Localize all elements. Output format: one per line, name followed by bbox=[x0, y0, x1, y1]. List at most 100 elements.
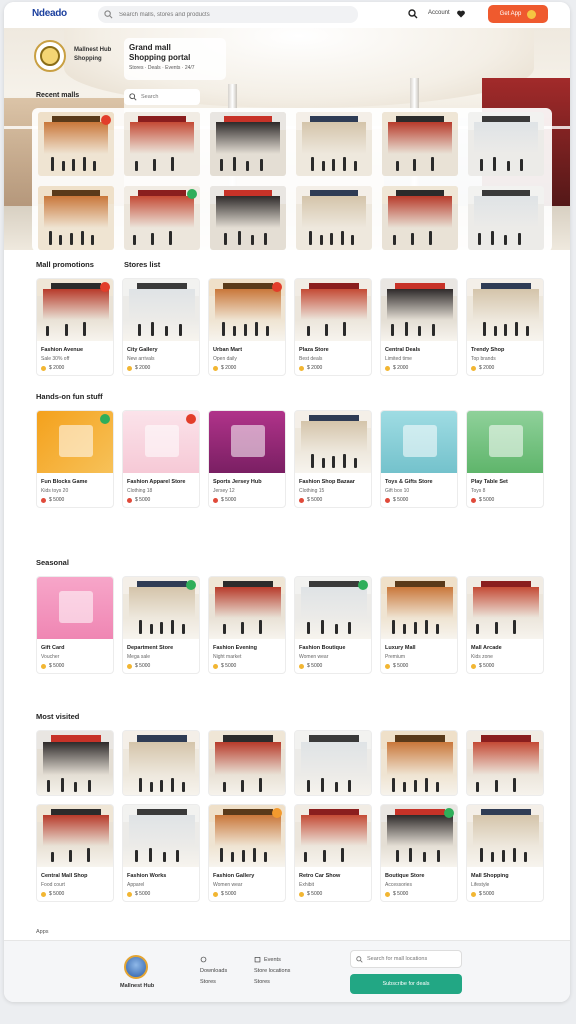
hero-search[interactable] bbox=[124, 89, 200, 105]
store-card-image-tile[interactable] bbox=[208, 730, 286, 796]
store-card-subtitle: New arrivals bbox=[127, 356, 155, 362]
subscribe-button[interactable]: Subscribe for deals bbox=[350, 974, 462, 994]
thumb-store-sign bbox=[395, 734, 445, 742]
shopper-figure bbox=[520, 158, 524, 171]
coin-icon bbox=[41, 497, 46, 503]
store-thumbnail bbox=[381, 279, 457, 341]
coin-icon bbox=[127, 365, 132, 371]
store-card-image-tile[interactable] bbox=[466, 730, 544, 796]
store-card[interactable]: Gift Card Voucher $ 5000 bbox=[36, 576, 114, 674]
store-card[interactable]: Fashion Apparel Store Clothing 18 $ 5000 bbox=[122, 410, 200, 508]
thumb-shoppers bbox=[381, 617, 457, 635]
thumb-storefront bbox=[473, 814, 539, 846]
section-title: Most visited bbox=[36, 712, 80, 721]
hero-gallery-item[interactable] bbox=[296, 186, 372, 250]
hero-gallery-item[interactable] bbox=[38, 112, 114, 176]
store-card[interactable]: Fashion Works Apparel $ 5000 bbox=[122, 804, 200, 902]
shopper-figure bbox=[244, 324, 248, 337]
search-input[interactable] bbox=[119, 11, 319, 18]
hero-gallery-item[interactable] bbox=[38, 186, 114, 250]
store-card[interactable]: Mall Arcade Kids zone $ 5000 bbox=[466, 576, 544, 674]
section-title: Mall promotions bbox=[36, 260, 94, 269]
store-card[interactable]: Play Table Set Toys 8 $ 5000 bbox=[466, 410, 544, 508]
thumb-shoppers bbox=[295, 773, 371, 792]
store-card[interactable]: Central Mall Shop Food court $ 5000 bbox=[36, 804, 114, 902]
store-card-image-tile[interactable] bbox=[122, 730, 200, 796]
store-card[interactable]: Retro Car Show Exhibit $ 5000 bbox=[294, 804, 372, 902]
hero-search-input[interactable] bbox=[141, 94, 197, 100]
store-card[interactable]: Trendy Shop Top brands $ 2000 bbox=[466, 278, 544, 376]
account-link[interactable]: Account bbox=[428, 10, 450, 16]
shopper-figure bbox=[224, 232, 228, 245]
footer-link-downloads-label[interactable]: Downloads bbox=[200, 966, 227, 977]
footer-link-downloads[interactable] bbox=[200, 955, 227, 966]
newsletter-field[interactable] bbox=[350, 950, 462, 968]
shopper-figure bbox=[330, 232, 334, 245]
hero-info-card: Grand mall Shopping portal Stores · Deal… bbox=[124, 38, 226, 80]
thumb-store-sign bbox=[481, 808, 531, 815]
store-card[interactable]: Fashion Avenue Sale 30% off $ 2000 bbox=[36, 278, 114, 376]
shopper-figure bbox=[332, 158, 336, 171]
get-app-button[interactable]: Get App bbox=[488, 5, 548, 23]
hero-gallery-item[interactable] bbox=[124, 186, 200, 250]
store-card-image-tile[interactable] bbox=[36, 730, 114, 796]
store-card[interactable]: Fashion Evening Night market $ 5000 bbox=[208, 576, 286, 674]
store-card[interactable]: Boutique Store Accessories $ 5000 bbox=[380, 804, 458, 902]
section-side-link[interactable]: Stores list bbox=[124, 260, 160, 269]
footer: Mallnest Hub Downloads Stores Events Sto… bbox=[4, 940, 570, 1002]
store-card[interactable]: Department Store Mega sale $ 5000 bbox=[122, 576, 200, 674]
footer-link-locations[interactable]: Store locations bbox=[254, 966, 290, 977]
hero-gallery-item[interactable] bbox=[382, 186, 458, 250]
thumb-shoppers bbox=[210, 227, 286, 245]
logo[interactable]: Ndeado bbox=[32, 8, 67, 19]
hero-gallery-item[interactable] bbox=[124, 112, 200, 176]
hero-gallery-item[interactable] bbox=[210, 112, 286, 176]
store-card[interactable]: Fashion Shop Bazaar Clothing 15 $ 5000 bbox=[294, 410, 372, 508]
hero-gallery-item[interactable] bbox=[296, 112, 372, 176]
store-card[interactable]: Fun Blocks Game Kids toys 20 $ 5000 bbox=[36, 410, 114, 508]
store-card[interactable]: Central Deals Limited time $ 2000 bbox=[380, 278, 458, 376]
shopper-figure bbox=[263, 852, 267, 863]
newsletter-input[interactable] bbox=[367, 956, 453, 962]
store-thumbnail bbox=[209, 577, 285, 639]
store-card[interactable]: City Gallery New arrivals $ 2000 bbox=[122, 278, 200, 376]
store-card[interactable]: Fashion Gallery Women wear $ 5000 bbox=[208, 804, 286, 902]
thumb-store-sign bbox=[395, 115, 445, 123]
shopper-figure bbox=[46, 326, 50, 337]
store-card-image bbox=[295, 577, 371, 639]
footer-link-stores[interactable]: Stores bbox=[200, 977, 227, 988]
footer-link-events[interactable]: Events bbox=[254, 955, 290, 966]
hero-gallery-item[interactable] bbox=[468, 112, 544, 176]
brand-badge[interactable] bbox=[34, 40, 66, 72]
heart-icon[interactable] bbox=[456, 9, 466, 19]
search-icon[interactable] bbox=[408, 9, 418, 19]
store-card-image-tile[interactable] bbox=[380, 730, 458, 796]
search-bar[interactable] bbox=[98, 6, 358, 23]
store-card[interactable]: Mall Shopping Lifestyle $ 5000 bbox=[466, 804, 544, 902]
store-card-image-tile[interactable] bbox=[294, 730, 372, 796]
thumb-store-sign bbox=[51, 115, 101, 123]
store-card-price: $ 5000 bbox=[123, 660, 199, 673]
store-thumbnail bbox=[295, 731, 371, 795]
hero-gallery-item[interactable] bbox=[210, 186, 286, 250]
footer-link-stores-2[interactable]: Stores bbox=[254, 977, 290, 988]
hero-gallery-item[interactable] bbox=[382, 112, 458, 176]
shopper-figure bbox=[321, 160, 325, 171]
thumb-shoppers bbox=[382, 153, 458, 171]
footer-logo-icon[interactable] bbox=[124, 955, 148, 979]
store-card[interactable]: Plaza Store Best deals $ 2000 bbox=[294, 278, 372, 376]
store-card[interactable]: Sports Jersey Hub Jersey 12 $ 5000 bbox=[208, 410, 286, 508]
shopper-figure bbox=[319, 234, 323, 245]
store-card-price: $ 5000 bbox=[295, 494, 371, 507]
store-card[interactable]: Luxury Mall Premium $ 5000 bbox=[380, 576, 458, 674]
store-card[interactable]: Urban Mart Open daily $ 2000 bbox=[208, 278, 286, 376]
price-value: $ 5000 bbox=[479, 497, 495, 503]
search-icon bbox=[129, 93, 137, 101]
store-card-subtitle: Clothing 15 bbox=[299, 488, 325, 494]
store-card[interactable]: Toys & Gifts Store Gift box 10 $ 5000 bbox=[380, 410, 458, 508]
store-card[interactable]: Fashion Boutique Women wear $ 5000 bbox=[294, 576, 372, 674]
search-icon bbox=[356, 955, 363, 963]
hero-gallery-item[interactable] bbox=[468, 186, 544, 250]
price-value: $ 2000 bbox=[307, 365, 323, 371]
store-thumbnail bbox=[37, 805, 113, 867]
